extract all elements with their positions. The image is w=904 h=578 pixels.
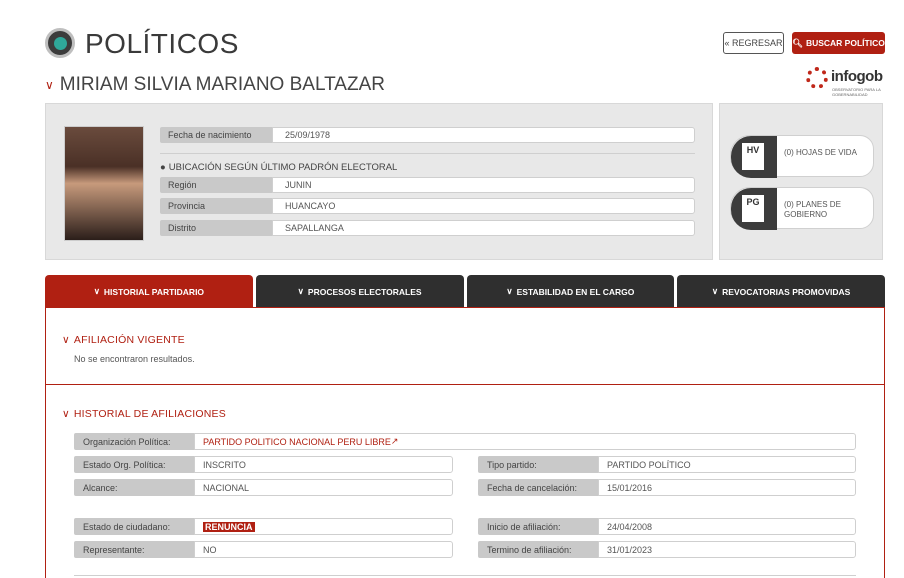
search-politician-button[interactable]: 🔍︎ BUSCAR POLÍTICO (792, 32, 885, 54)
no-results-text: No se encontraron resultados. (74, 354, 195, 364)
external-link-icon[interactable]: ↗ (391, 436, 399, 447)
tab-revocatorias-promovidas[interactable]: ∨ REVOCATORIAS PROMOVIDAS (677, 275, 885, 308)
estado-org-label: Estado Org. Política: (74, 456, 194, 473)
birth-label: Fecha de nacimiento (160, 127, 272, 143)
status-badge: RENUNCIA (203, 521, 255, 532)
chevron-down-icon: ∨ (93, 286, 100, 296)
termino-value: 31/01/2023 (598, 541, 856, 558)
birth-value: 25/09/1978 (272, 127, 695, 143)
ciudadano-label: Estado de ciudadano: (74, 518, 194, 535)
inicio-value: 24/04/2008 (598, 518, 856, 535)
planes-de-gobierno-label: (0) PLANES DE GOBIERNO (784, 200, 841, 219)
map-marker-icon: ● (160, 162, 166, 173)
historial-afiliaciones-title: HISTORIAL DE AFILIACIONES (73, 408, 226, 420)
org-value: PARTIDO POLITICO NACIONAL PERU LIBRE ↗ (194, 433, 856, 450)
region-value: JUNIN (272, 177, 695, 193)
logo-tagline: OBSERVATORIO PARA LA GOBERNABILIDAD (832, 87, 881, 97)
search-politician-label: BUSCAR POLÍTICO (805, 38, 885, 48)
provincia-label: Provincia (160, 198, 272, 214)
tab-estabilidad-en-el-cargo[interactable]: ∨ ESTABILIDAD EN EL CARGO (466, 275, 675, 308)
tipo-value: PARTIDO POLÍTICO (598, 456, 856, 473)
alcance-value: NACIONAL (194, 479, 453, 496)
termino-row: Termino de afiliación: 31/01/2023 (478, 541, 856, 558)
hojas-de-vida-button[interactable]: HV (0) HOJAS DE VIDA (730, 135, 874, 178)
chevron-down-icon: ∨ (297, 286, 304, 296)
representante-value: NO (194, 541, 453, 558)
person-name: MIRIAM SILVIA MARIANO BALTAZAR (59, 74, 385, 95)
section-separator (45, 384, 885, 385)
birth-row: Fecha de nacimiento 25/09/1978 (160, 127, 695, 143)
alcance-row: Alcance: NACIONAL (74, 479, 453, 496)
org-link[interactable]: PARTIDO POLITICO NACIONAL PERU LIBRE (203, 437, 391, 447)
tab-bar: ∨ HISTORIAL PARTIDARIO ∨ PROCESOS ELECTO… (45, 275, 885, 308)
ciudadano-row: Estado de ciudadano: RENUNCIA (74, 518, 453, 535)
tipo-label: Tipo partido: (478, 456, 598, 473)
documents-panel: HV (0) HOJAS DE VIDA PG (0) PLANES DE GO… (719, 103, 883, 260)
afiliacion-vigente-title: AFILIACIÓN VIGENTE (73, 334, 185, 346)
tipo-row: Tipo partido: PARTIDO POLÍTICO (478, 456, 856, 473)
representante-row: Representante: NO (74, 541, 453, 558)
infogob-logo[interactable]: infogob OBSERVATORIO PARA LA GOBERNABILI… (806, 67, 886, 97)
cancel-label: Fecha de cancelación: (478, 479, 598, 496)
ciudadano-value: RENUNCIA (194, 518, 453, 535)
chevron-down-icon: ∨ (711, 286, 719, 296)
person-name-header[interactable]: ∨ MIRIAM SILVIA MARIANO BALTAZAR (45, 74, 385, 96)
chevron-down-icon: ∨ (62, 408, 70, 420)
page-title: POLÍTICOS (85, 28, 239, 59)
estado-org-value: INSCRITO (194, 456, 453, 473)
logo-mark-icon (806, 67, 828, 89)
ubication-title-text: UBICACIÓN SEGÚN ÚLTIMO PADRÓN ELECTORAL (168, 162, 398, 173)
ubication-title: ● UBICACIÓN SEGÚN ÚLTIMO PADRÓN ELECTORA… (160, 162, 397, 173)
termino-label: Termino de afiliación: (478, 541, 598, 558)
tab-procesos-electorales[interactable]: ∨ PROCESOS ELECTORALES (255, 275, 464, 308)
region-row: Región JUNIN (160, 177, 695, 193)
divider (160, 153, 695, 154)
back-button[interactable]: « REGRESAR (723, 32, 784, 54)
provincia-value: HUANCAYO (272, 198, 695, 214)
chevron-down-icon: ∨ (45, 78, 54, 92)
afiliacion-vigente-header[interactable]: ∨ AFILIACIÓN VIGENTE (62, 334, 185, 346)
estado-org-row: Estado Org. Política: INSCRITO (74, 456, 453, 473)
inicio-row: Inicio de afiliación: 24/04/2008 (478, 518, 856, 535)
logo-word: infogob (831, 68, 883, 85)
representante-label: Representante: (74, 541, 194, 558)
region-label: Región (160, 177, 272, 193)
alcance-label: Alcance: (74, 479, 194, 496)
row-divider (74, 575, 856, 576)
cancel-value: 15/01/2016 (598, 479, 856, 496)
chevron-down-icon: ∨ (62, 334, 70, 346)
profile-photo (64, 126, 144, 241)
cancel-row: Fecha de cancelación: 15/01/2016 (478, 479, 856, 496)
distrito-value: SAPALLANGA (272, 220, 695, 236)
chevron-down-icon: ∨ (506, 286, 513, 296)
search-icon: 🔍︎ (792, 37, 803, 48)
org-label: Organización Política: (74, 433, 194, 450)
provincia-row: Provincia HUANCAYO (160, 198, 695, 214)
inicio-label: Inicio de afiliación: (478, 518, 598, 535)
distrito-label: Distrito (160, 220, 272, 236)
hojas-de-vida-label: (0) HOJAS DE VIDA (784, 148, 857, 157)
hv-document-icon: HV (731, 136, 777, 178)
planes-de-gobierno-button[interactable]: PG (0) PLANES DE GOBIERNO (730, 187, 874, 230)
tab-historial-partidario[interactable]: ∨ HISTORIAL PARTIDARIO (45, 275, 253, 308)
org-row: Organización Política: PARTIDO POLITICO … (74, 433, 856, 450)
pg-document-icon: PG (731, 188, 777, 230)
distrito-row: Distrito SAPALLANGA (160, 220, 695, 236)
politicos-icon (45, 28, 75, 58)
historial-afiliaciones-header[interactable]: ∨ HISTORIAL DE AFILIACIONES (62, 408, 226, 420)
